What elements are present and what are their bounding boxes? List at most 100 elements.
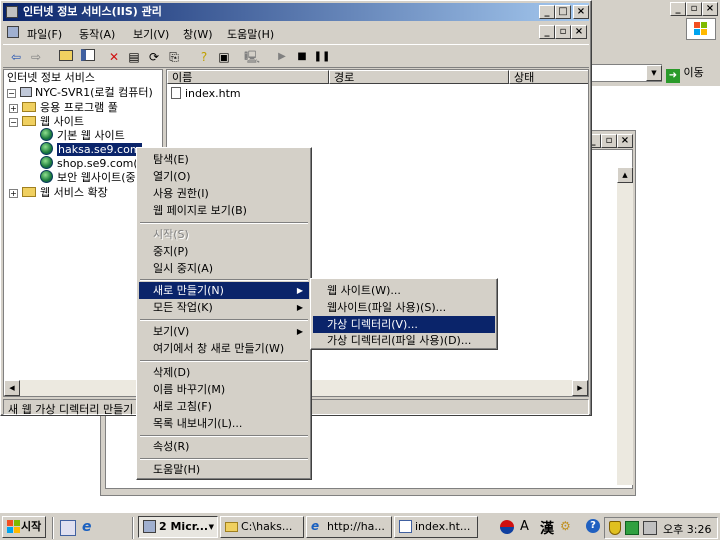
context-menu: 탐색(E) 열기(O) 사용 권한(I) 웹 페이지로 보기(B) 시작(S) … xyxy=(136,147,312,480)
forward-icon[interactable]: ⇨ xyxy=(27,48,45,66)
ctx-browse-web[interactable]: 웹 페이지로 보기(B) xyxy=(139,202,309,219)
ctx-stop[interactable]: 중지(P) xyxy=(139,243,309,260)
show-tree-icon[interactable] xyxy=(79,48,97,66)
computer-icon[interactable]: 🖳 xyxy=(243,48,261,66)
goto-arrow-icon: ➜ xyxy=(666,69,680,83)
globe-icon xyxy=(40,128,53,141)
ctx-pause[interactable]: 일시 중지(A) xyxy=(139,260,309,277)
system-tray: 오후 3:26 xyxy=(604,517,718,539)
ctx-permissions[interactable]: 사용 권한(I) xyxy=(139,185,309,202)
refresh-icon[interactable]: ⟳ xyxy=(145,48,163,66)
sub-virtual-directory-from-file[interactable]: 가상 디렉터리(파일 사용)(D)... xyxy=(313,332,495,349)
ctx-open[interactable]: 열기(O) xyxy=(139,168,309,185)
stop-icon[interactable]: ■ xyxy=(293,48,311,66)
delete-icon[interactable]: ✕ xyxy=(105,48,123,66)
expand-icon[interactable]: + xyxy=(9,189,18,198)
ctx-explore[interactable]: 탐색(E) xyxy=(139,151,309,168)
child-minimize-button[interactable]: _ xyxy=(539,25,555,39)
taskbar-button-browser[interactable]: e http://ha... xyxy=(306,516,392,538)
volume-icon[interactable] xyxy=(643,521,657,535)
computer-icon xyxy=(20,87,32,97)
child-close-button[interactable]: × xyxy=(571,25,587,39)
second-close-button[interactable]: × xyxy=(617,134,633,148)
bg-close-button[interactable]: × xyxy=(702,2,718,16)
internet-explorer-icon[interactable]: e xyxy=(82,519,98,535)
minimize-button[interactable]: _ xyxy=(539,5,555,19)
up-folder-icon[interactable] xyxy=(57,48,75,66)
ctx-properties[interactable]: 속성(R) xyxy=(139,438,309,455)
network-icon[interactable] xyxy=(625,521,639,535)
mmc-icon xyxy=(143,520,156,533)
child-restore-button[interactable]: ▫ xyxy=(555,25,571,39)
second-restore-button[interactable]: ▫ xyxy=(601,134,617,148)
taskbar-button-mmc[interactable]: 2 Micr... ▼ xyxy=(138,516,218,538)
second-scroll-up[interactable]: ▲ xyxy=(617,167,633,183)
help-icon[interactable]: ? xyxy=(195,48,213,66)
expand-icon[interactable]: + xyxy=(9,104,18,113)
collapse-icon[interactable]: − xyxy=(7,89,16,98)
ctx-new-window[interactable]: 여기에서 창 새로 만들기(W) xyxy=(139,340,309,357)
scroll-left-icon[interactable]: ◀ xyxy=(4,380,20,396)
tree-item-secure-site[interactable]: 보안 웹사이트(중 xyxy=(40,170,136,186)
bg-minimize-button[interactable]: _ xyxy=(670,2,686,16)
menu-help[interactable]: 도움말(H) xyxy=(227,26,274,42)
ctx-export-list[interactable]: 목록 내보내기(L)... xyxy=(139,415,309,432)
submenu-arrow-icon: ▶ xyxy=(296,327,303,336)
menu-view[interactable]: 보기(V) xyxy=(133,26,169,42)
tree-item-server[interactable]: − NYC-SVR1(로컬 컴퓨터) xyxy=(7,85,153,101)
menu-file[interactable]: 파일(F) xyxy=(27,26,62,42)
column-header-path[interactable]: 경로 xyxy=(329,70,509,84)
ctx-start[interactable]: 시작(S) xyxy=(139,226,309,243)
sub-website-from-file[interactable]: 웹사이트(파일 사용)(S)... xyxy=(313,299,495,316)
notepad-icon xyxy=(399,520,412,533)
taskbar-button-folder[interactable]: C:\haks... xyxy=(220,516,304,538)
ctx-new[interactable]: 새로 만들기(N) ▶ xyxy=(139,282,309,299)
ctx-refresh[interactable]: 새로 고침(F) xyxy=(139,398,309,415)
maximize-button[interactable]: □ xyxy=(555,5,571,19)
ctx-rename[interactable]: 이름 바꾸기(M) xyxy=(139,381,309,398)
close-button[interactable]: × xyxy=(573,5,589,19)
menu-window[interactable]: 창(W) xyxy=(183,26,213,42)
show-desktop-icon[interactable] xyxy=(60,520,76,536)
goto-button[interactable]: ➜ 이동 xyxy=(666,64,716,83)
ctx-delete[interactable]: 삭제(D) xyxy=(139,364,309,381)
globe-icon xyxy=(40,156,53,169)
clock[interactable]: 오후 3:26 xyxy=(663,521,711,537)
play-icon[interactable]: ▶ xyxy=(273,48,291,66)
internet-explorer-icon: e xyxy=(311,519,320,533)
back-icon[interactable]: ⇦ xyxy=(7,48,25,66)
group-dropdown-icon: ▼ xyxy=(208,523,214,531)
bg-restore-button[interactable]: ▫ xyxy=(686,2,702,16)
sub-website[interactable]: 웹 사이트(W)... xyxy=(313,282,495,299)
ime-hanja[interactable]: 漢 xyxy=(540,518,554,538)
separator xyxy=(140,435,308,437)
action-pane-icon[interactable]: ▣ xyxy=(215,48,233,66)
address-dropdown-button[interactable]: ▼ xyxy=(646,65,662,81)
folder-icon xyxy=(22,102,36,112)
ctx-all-tasks[interactable]: 모든 작업(K) ▶ xyxy=(139,299,309,316)
folder-icon xyxy=(22,187,36,197)
list-item[interactable]: index.htm xyxy=(171,86,241,102)
ime-mode[interactable]: A xyxy=(520,519,529,534)
tree-header[interactable]: 인터넷 정보 서비스 xyxy=(7,70,95,86)
taskbar-button-notepad[interactable]: index.ht... xyxy=(394,516,478,538)
ctx-view[interactable]: 보기(V) ▶ xyxy=(139,323,309,340)
ctx-help[interactable]: 도움말(H) xyxy=(139,461,309,478)
tree-item-web-extensions[interactable]: + 웹 서비스 확장 xyxy=(9,185,108,201)
second-scrollbar-track[interactable] xyxy=(617,183,633,485)
collapse-icon[interactable]: − xyxy=(9,118,18,127)
scroll-right-icon[interactable]: ▶ xyxy=(572,380,588,396)
start-button[interactable]: 시작 xyxy=(2,516,46,538)
pause-icon[interactable]: ❚❚ xyxy=(313,48,331,66)
language-icon[interactable] xyxy=(500,520,514,534)
ime-tools-icon[interactable]: ⚙ xyxy=(560,519,571,533)
sub-virtual-directory[interactable]: 가상 디렉터리(V)... xyxy=(313,316,495,333)
column-header-status[interactable]: 상태 xyxy=(509,70,588,84)
export-list-icon[interactable]: ⎘ xyxy=(165,48,183,66)
menu-action[interactable]: 동작(A) xyxy=(79,26,115,42)
column-header-name[interactable]: 이름 xyxy=(167,70,329,84)
shield-icon[interactable] xyxy=(609,521,621,535)
menu-bar: 파일(F) 동작(A) 보기(V) 창(W) 도움말(H) _ ▫ × xyxy=(3,22,589,44)
help-icon[interactable]: ? xyxy=(586,519,600,533)
properties-icon[interactable]: ▤ xyxy=(125,48,143,66)
